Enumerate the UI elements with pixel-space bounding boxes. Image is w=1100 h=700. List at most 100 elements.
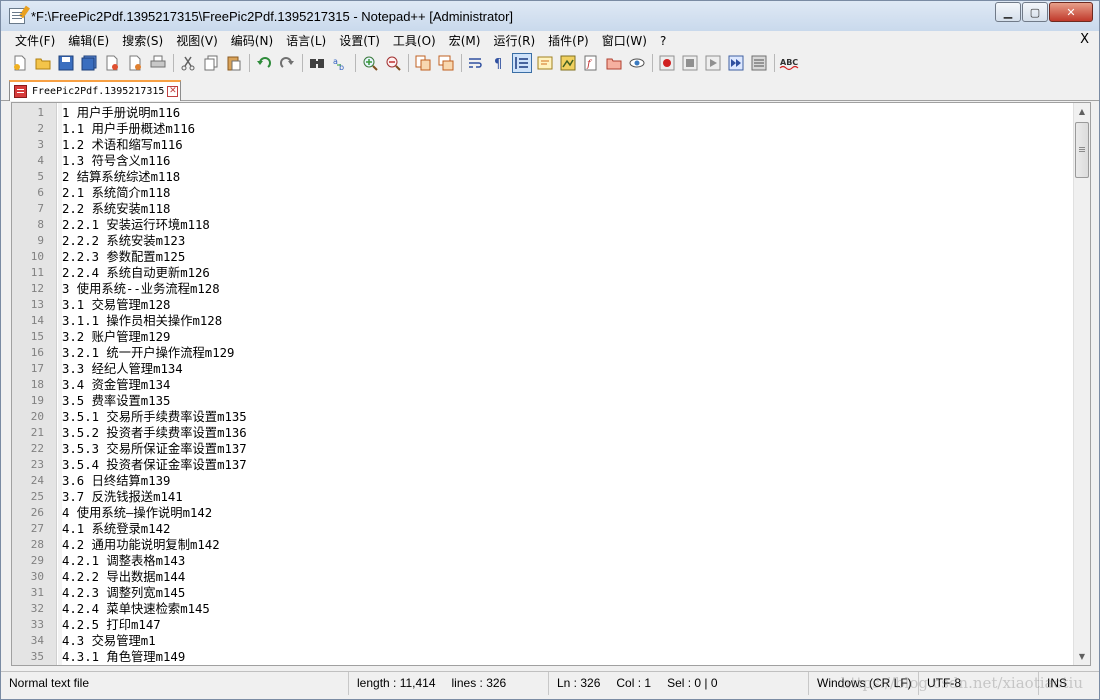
menu-settings[interactable]: 设置(T) [333, 32, 387, 49]
text-line[interactable]: 4.2.3 调整列宽m145 [62, 585, 185, 601]
folder-workspace-icon [606, 58, 622, 69]
text-line[interactable]: 1 用户手册说明m116 [62, 105, 180, 121]
run-macro-multiple-button[interactable] [726, 53, 746, 73]
save-button[interactable] [56, 53, 76, 73]
text-line[interactable]: 2.2.1 安装运行环境m118 [62, 217, 210, 233]
menu-bar: 文件(F) 编辑(E) 搜索(S) 视图(V) 编码(N) 语言(L) 设置(T… [1, 31, 1099, 50]
replace-button[interactable]: ab [330, 53, 350, 73]
line-number: 11 [30, 266, 44, 279]
menu-search[interactable]: 搜索(S) [116, 32, 170, 49]
text-line[interactable]: 4.2.4 菜单快速检索m145 [62, 601, 210, 617]
text-line[interactable]: 2.2.3 参数配置m125 [62, 249, 185, 265]
stop-record-button[interactable] [680, 53, 700, 73]
text-line[interactable]: 2.2 系统安装m118 [62, 201, 170, 217]
text-line[interactable]: 2 结算系统综述m118 [62, 169, 180, 185]
close-all-button[interactable] [125, 53, 145, 73]
text-line[interactable]: 1.1 用户手册概述m116 [62, 121, 195, 137]
scroll-thumb[interactable] [1075, 122, 1089, 178]
toolbar-separator [302, 53, 303, 72]
record-macro-button[interactable] [657, 53, 677, 73]
text-line[interactable]: 3 使用系统--业务流程m128 [62, 281, 220, 297]
text-line[interactable]: 2.1 系统简介m118 [62, 185, 170, 201]
zoom-out-button[interactable] [383, 53, 403, 73]
text-line[interactable]: 1.3 符号含义m116 [62, 153, 170, 169]
menu-encoding[interactable]: 编码(N) [225, 32, 280, 49]
text-line[interactable]: 3.6 日终结算m139 [62, 473, 170, 489]
sync-vertical-button[interactable] [413, 53, 433, 73]
new-file-button[interactable] [10, 53, 30, 73]
line-number: 7 [37, 202, 44, 215]
menu-language[interactable]: 语言(L) [280, 32, 333, 49]
menu-view[interactable]: 视图(V) [170, 32, 225, 49]
redo-button[interactable] [277, 53, 297, 73]
find-icon [310, 58, 324, 68]
find-button[interactable] [307, 53, 327, 73]
text-line[interactable]: 3.2 账户管理m129 [62, 329, 170, 345]
text-line[interactable]: 4.3 交易管理m1 [62, 633, 156, 649]
text-line[interactable]: 3.5.1 交易所手续费率设置m135 [62, 409, 247, 425]
open-file-button[interactable] [33, 53, 53, 73]
paste-button[interactable] [224, 53, 244, 73]
vertical-scrollbar[interactable]: ▲ ▼ [1073, 103, 1090, 665]
open-file-icon [35, 58, 51, 69]
sync-horizontal-button[interactable] [436, 53, 456, 73]
menu-help[interactable]: ? [654, 34, 673, 48]
menu-file[interactable]: 文件(F) [9, 32, 62, 49]
text-line[interactable]: 3.5.4 投资者保证金率设置m137 [62, 457, 247, 473]
text-line[interactable]: 4 使用系统—操作说明m142 [62, 505, 212, 521]
folder-workspace-button[interactable] [604, 53, 624, 73]
doc-map-button[interactable] [558, 53, 578, 73]
menu-edit[interactable]: 编辑(E) [62, 32, 116, 49]
monitor-button[interactable] [627, 53, 647, 73]
close-window-button[interactable]: ✕ [1049, 2, 1093, 22]
print-button[interactable] [148, 53, 168, 73]
text-line[interactable]: 4.2 通用功能说明复制m142 [62, 537, 220, 553]
word-wrap-button[interactable] [466, 53, 486, 73]
text-line[interactable]: 2.2.2 系统安装m123 [62, 233, 185, 249]
text-line[interactable]: 3.1 交易管理m128 [62, 297, 170, 313]
text-line[interactable]: 3.5.2 投资者手续费率设置m136 [62, 425, 247, 441]
menu-tools[interactable]: 工具(O) [387, 32, 443, 49]
cut-button[interactable] [178, 53, 198, 73]
close-document-button[interactable]: X [1080, 32, 1089, 47]
text-line[interactable]: 4.1 系统登录m142 [62, 521, 170, 537]
tab-close-icon[interactable]: ✕ [167, 86, 179, 97]
editor[interactable]: 1 2 3 4 5 6 7 8 9 10 11 12 13 14 15 16 17 18 19 20 21 22 23 24 2… [11, 102, 1091, 666]
text-line[interactable]: 1.2 术语和缩写m116 [62, 137, 183, 153]
replace-icon: ab [333, 57, 344, 71]
user-language-button[interactable] [535, 53, 555, 73]
show-all-chars-button[interactable]: ¶ [489, 53, 509, 73]
menu-window[interactable]: 窗口(W) [596, 32, 654, 49]
text-line[interactable]: 3.1.1 操作员相关操作m128 [62, 313, 222, 329]
redo-icon [280, 56, 294, 68]
zoom-in-button[interactable] [360, 53, 380, 73]
spell-check-button[interactable]: ABC [779, 53, 799, 73]
save-all-button[interactable] [79, 53, 99, 73]
text-line[interactable]: 3.3 经纪人管理m134 [62, 361, 183, 377]
undo-button[interactable] [254, 53, 274, 73]
maximize-button[interactable]: ▢ [1022, 2, 1048, 22]
text-line[interactable]: 3.2.1 统一开户操作流程m129 [62, 345, 234, 361]
text-line[interactable]: 2.2.4 系统自动更新m126 [62, 265, 210, 281]
text-line[interactable]: 4.2.2 导出数据m144 [62, 569, 185, 585]
menu-plugins[interactable]: 插件(P) [542, 32, 596, 49]
text-line[interactable]: 4.2.5 打印m147 [62, 617, 161, 633]
play-macro-button[interactable] [703, 53, 723, 73]
text-line[interactable]: 4.2.1 调整表格m143 [62, 553, 185, 569]
text-line[interactable]: 3.4 资金管理m134 [62, 377, 170, 393]
indent-guide-button[interactable] [512, 52, 532, 73]
scroll-down-arrow[interactable]: ▼ [1074, 648, 1090, 665]
scroll-up-arrow[interactable]: ▲ [1074, 103, 1090, 120]
save-macro-button[interactable] [749, 53, 769, 73]
menu-run[interactable]: 运行(R) [487, 32, 542, 49]
text-line[interactable]: 4.3.1 角色管理m149 [62, 649, 185, 665]
copy-button[interactable] [201, 53, 221, 73]
close-file-button[interactable] [102, 53, 122, 73]
function-list-button[interactable]: f [581, 53, 601, 73]
menu-macro[interactable]: 宏(M) [443, 32, 488, 49]
text-line[interactable]: 3.5.3 交易所保证金率设置m137 [62, 441, 247, 457]
text-line[interactable]: 3.5 费率设置m135 [62, 393, 170, 409]
text-line[interactable]: 3.7 反洗钱报送m141 [62, 489, 183, 505]
tab-freepic2pdf[interactable]: FreePic2Pdf.1395217315 ✕ [9, 80, 181, 101]
minimize-button[interactable]: ▁ [995, 2, 1021, 22]
